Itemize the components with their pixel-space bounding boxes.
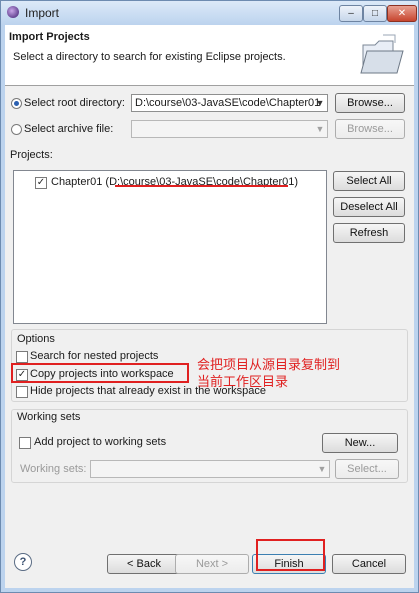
working-sets-group-label: Working sets bbox=[17, 411, 81, 423]
root-directory-value: D:\course\03-JavaSE\code\Chapter01 bbox=[135, 97, 321, 109]
browse-archive-button[interactable]: Browse... bbox=[335, 119, 405, 139]
options-group-label: Options bbox=[17, 333, 55, 345]
close-button[interactable]: ✕ bbox=[387, 5, 417, 22]
browse-button[interactable]: Browse... bbox=[335, 93, 405, 113]
add-working-set-checkbox[interactable] bbox=[19, 437, 31, 449]
new-working-set-button[interactable]: New... bbox=[322, 433, 398, 453]
deselect-all-button[interactable]: Deselect All bbox=[333, 197, 405, 217]
root-directory-radio[interactable] bbox=[11, 98, 22, 109]
cancel-button[interactable]: Cancel bbox=[332, 554, 406, 574]
chevron-down-icon: ▼ bbox=[315, 124, 325, 134]
archive-file-radio[interactable] bbox=[11, 124, 22, 135]
projects-list[interactable]: ✓ Chapter01 (D:\course\03-JavaSE\code\Ch… bbox=[13, 170, 327, 324]
search-nested-label: Search for nested projects bbox=[30, 350, 159, 362]
wizard-description: Select a directory to search for existin… bbox=[13, 51, 286, 63]
dialog-content: Import Projects Select a directory to se… bbox=[5, 25, 414, 588]
window-title: Import bbox=[25, 6, 60, 20]
root-directory-combo[interactable]: D:\course\03-JavaSE\code\Chapter01 ▼ bbox=[131, 94, 328, 112]
folder-open-icon bbox=[360, 34, 404, 74]
eclipse-icon bbox=[7, 6, 19, 18]
next-button[interactable]: Next > bbox=[175, 554, 249, 574]
project-checkbox[interactable]: ✓ bbox=[35, 177, 47, 189]
import-dialog: Import – □ ✕ Import Projects Select a di… bbox=[0, 0, 419, 593]
working-sets-label: Working sets: bbox=[20, 463, 87, 475]
refresh-button[interactable]: Refresh bbox=[333, 223, 405, 243]
minimize-button[interactable]: – bbox=[339, 5, 363, 22]
back-button[interactable]: < Back bbox=[107, 554, 181, 574]
working-sets-combo[interactable]: ▼ bbox=[90, 460, 330, 478]
chevron-down-icon: ▼ bbox=[317, 464, 327, 474]
root-directory-label: Select root directory: bbox=[24, 97, 125, 109]
maximize-button[interactable]: □ bbox=[363, 5, 387, 22]
select-working-set-button[interactable]: Select... bbox=[335, 459, 399, 479]
path-underline-annotation bbox=[115, 185, 288, 187]
annotation-line-2: 当前工作区目录 bbox=[197, 375, 289, 390]
add-working-set-label: Add project to working sets bbox=[34, 436, 167, 448]
copy-option-highlight bbox=[11, 363, 189, 383]
select-all-button[interactable]: Select All bbox=[333, 171, 405, 191]
projects-label: Projects: bbox=[10, 149, 53, 161]
wizard-title: Import Projects bbox=[9, 31, 90, 43]
hide-existing-checkbox[interactable] bbox=[16, 386, 28, 398]
title-bar[interactable]: Import – □ ✕ bbox=[1, 1, 418, 25]
wizard-header: Import Projects Select a directory to se… bbox=[5, 25, 414, 86]
archive-file-combo[interactable]: ▼ bbox=[131, 120, 328, 138]
chevron-down-icon: ▼ bbox=[315, 98, 325, 108]
finish-highlight bbox=[256, 539, 325, 571]
help-icon[interactable]: ? bbox=[14, 553, 32, 571]
search-nested-checkbox[interactable] bbox=[16, 351, 28, 363]
annotation-line-1: 会把项目从源目录复制到 bbox=[197, 358, 341, 373]
archive-file-label: Select archive file: bbox=[24, 123, 114, 135]
annotation-note: 会把项目从源目录复制到 当前工作区目录 bbox=[197, 357, 340, 391]
